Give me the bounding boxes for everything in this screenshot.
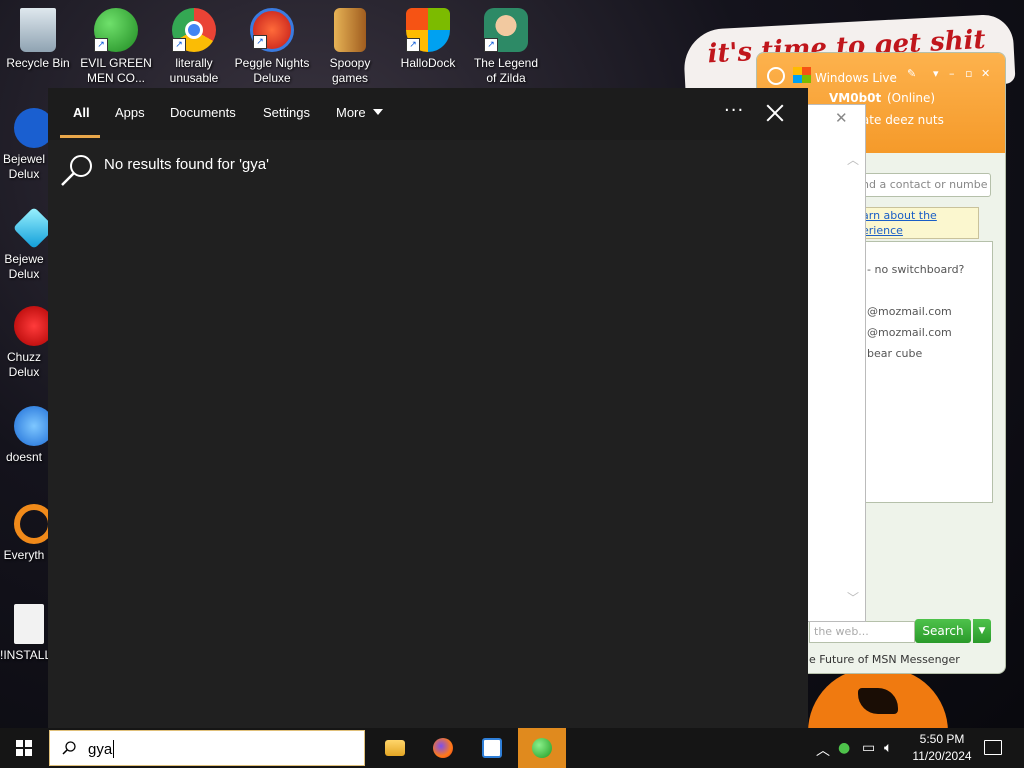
chrome-icon: ↗ — [172, 8, 216, 52]
chuzzle-icon — [14, 306, 48, 346]
text-file-icon — [14, 604, 44, 644]
contact-list-item[interactable]: @mozmail.com — [867, 305, 952, 318]
search-icon — [61, 155, 92, 186]
tab-all[interactable]: All — [73, 105, 90, 120]
spoopy-folder-icon — [334, 8, 366, 52]
folder-icon — [385, 740, 405, 756]
background-window-panel[interactable]: ✕ ︿ ﹀ — [800, 104, 866, 622]
window-app-icon — [482, 738, 502, 758]
windows-logo-icon — [16, 740, 32, 756]
show-hidden-icons-chevron-icon[interactable]: ︿ — [816, 740, 830, 760]
recycle-bin-icon — [20, 8, 56, 52]
desktop-icon-everything[interactable]: Everyth — [0, 504, 48, 563]
web-search-dropdown-icon[interactable]: ▼ — [973, 619, 991, 643]
desktop-icon-label: literally unusable — [169, 56, 219, 85]
desktop-icon-bejeweled-1[interactable]: Bejewel Delux — [0, 108, 48, 182]
maximize-icon[interactable]: ▫ — [965, 67, 972, 80]
messenger-personal-message[interactable]: rate deez nuts — [857, 113, 944, 127]
no-results-message: No results found for 'gya' — [104, 156, 269, 173]
close-icon[interactable]: ✕ — [835, 109, 848, 127]
clock-time[interactable]: 5:50 PM — [912, 732, 972, 746]
desktop-icon-label: Peggle Nights Deluxe — [234, 56, 310, 85]
text-caret — [113, 740, 114, 758]
clock-date[interactable]: 11/20/2024 — [904, 749, 980, 763]
messenger-icon — [532, 738, 552, 758]
messenger-settings-icon[interactable]: ✎ — [907, 67, 916, 80]
chevron-down-icon — [372, 109, 383, 115]
start-button[interactable] — [0, 728, 48, 768]
diamond-icon — [12, 208, 48, 250]
zilda-icon: ↗ — [484, 8, 528, 52]
shortcut-arrow-icon: ↗ — [94, 38, 108, 52]
desktop-icon-label: HalloDock — [400, 56, 456, 70]
desktop-icon-chrome[interactable]: ↗ literally unusable — [156, 8, 232, 86]
tab-settings[interactable]: Settings — [263, 105, 310, 120]
desktop-icon-hallodock[interactable]: ↗ HalloDock — [390, 8, 466, 71]
desktop-icon-chuzzle[interactable]: Chuzz Delux — [0, 306, 48, 380]
shortcut-arrow-icon: ↗ — [172, 38, 186, 52]
close-search-button[interactable] — [764, 102, 786, 124]
close-icon[interactable]: ✕ — [981, 67, 990, 80]
tab-apps[interactable]: Apps — [115, 105, 145, 120]
search-tabs: All Apps Documents Settings More ··· — [48, 88, 808, 140]
taskbar-app-firefox[interactable] — [419, 728, 467, 768]
tab-documents[interactable]: Documents — [170, 105, 236, 120]
desktop-icon-evil-green-men[interactable]: ↗ EVIL GREEN MEN CO... — [78, 8, 154, 86]
messenger-status[interactable]: (Online) — [887, 91, 935, 105]
thunderbird-icon — [14, 406, 48, 446]
web-search-button[interactable]: Search — [915, 619, 971, 643]
search-icon — [62, 741, 76, 755]
search-input[interactable]: gya — [88, 741, 112, 758]
shortcut-arrow-icon: ↗ — [253, 35, 267, 49]
desktop-icon-peggle[interactable]: ↗ Peggle Nights Deluxe — [234, 8, 310, 86]
bejeweled-icon — [14, 108, 48, 148]
messenger-title: Windows Live — [815, 71, 897, 85]
taskbar-app-file-explorer[interactable] — [371, 728, 419, 768]
windows-shield-icon: ↗ — [406, 8, 450, 52]
messenger-tray-icon[interactable]: ● — [838, 740, 850, 756]
shortcut-arrow-icon: ↗ — [484, 38, 498, 52]
peggle-icon: ↗ — [250, 8, 294, 52]
everything-search-icon — [14, 504, 48, 544]
desktop-icon-label: Spoopy games — [329, 56, 371, 85]
active-tab-indicator — [60, 135, 100, 138]
desktop-icon-bejeweled-2[interactable]: Bejewe Delux — [0, 208, 48, 282]
scroll-down-icon[interactable]: ﹀ — [847, 589, 859, 606]
desktop-icon-label: The Legend of Zilda — [473, 56, 539, 85]
scroll-up-icon[interactable]: ︿ — [847, 151, 859, 168]
contact-search-input[interactable]: nd a contact or numbe — [857, 173, 991, 197]
contact-list[interactable] — [857, 241, 993, 503]
minimize-icon[interactable]: – — [949, 67, 955, 80]
shortcut-arrow-icon: ↗ — [406, 38, 420, 52]
messenger-username[interactable]: VM0b0t — [829, 91, 881, 105]
messenger-menu-icon[interactable]: ▾ — [933, 67, 939, 80]
desktop-icon-doesnt[interactable]: doesnt — [0, 406, 48, 465]
taskbar: gya ︿ ● ▭ 🔈︎ 5:50 PM 11/20/2024 — [0, 728, 1024, 768]
contact-list-item[interactable]: bear cube — [867, 347, 922, 360]
desktop-icon-install[interactable]: !INSTALL — [0, 604, 48, 663]
windows-logo-icon — [793, 67, 811, 83]
desktop-icon-recycle-bin[interactable]: Recycle Bin — [0, 8, 76, 71]
tab-more[interactable]: More — [336, 105, 383, 120]
learn-more-link[interactable]: arn about the erience — [857, 207, 979, 239]
taskbar-app-window[interactable] — [468, 728, 516, 768]
volume-icon[interactable]: 🔈︎ — [884, 740, 892, 756]
desktop-icon-label: Recycle Bin — [6, 56, 70, 70]
desktop-icon-label: EVIL GREEN MEN CO... — [80, 56, 152, 85]
firefox-icon — [433, 738, 453, 758]
taskbar-search-box[interactable]: gya — [49, 730, 365, 766]
more-options-button[interactable]: ··· — [724, 100, 744, 121]
contact-list-item[interactable]: @mozmail.com — [867, 326, 952, 339]
messenger-footer: e Future of MSN Messenger — [809, 653, 960, 666]
search-panel[interactable]: All Apps Documents Settings More ··· No … — [48, 88, 808, 728]
contact-list-item[interactable]: - no switchboard? — [867, 263, 964, 276]
web-search-input[interactable]: the web... — [809, 621, 915, 643]
messenger-people-icon: ↗ — [94, 8, 138, 52]
desktop-icon-spoopy[interactable]: Spoopy games — [312, 8, 388, 86]
taskbar-app-messenger[interactable] — [518, 728, 566, 768]
messenger-back-icon[interactable] — [767, 67, 785, 85]
desktop-icon-zilda[interactable]: ↗ The Legend of Zilda — [468, 8, 544, 86]
network-icon[interactable]: ▭ — [862, 740, 875, 756]
notification-center-icon[interactable] — [984, 740, 1002, 755]
